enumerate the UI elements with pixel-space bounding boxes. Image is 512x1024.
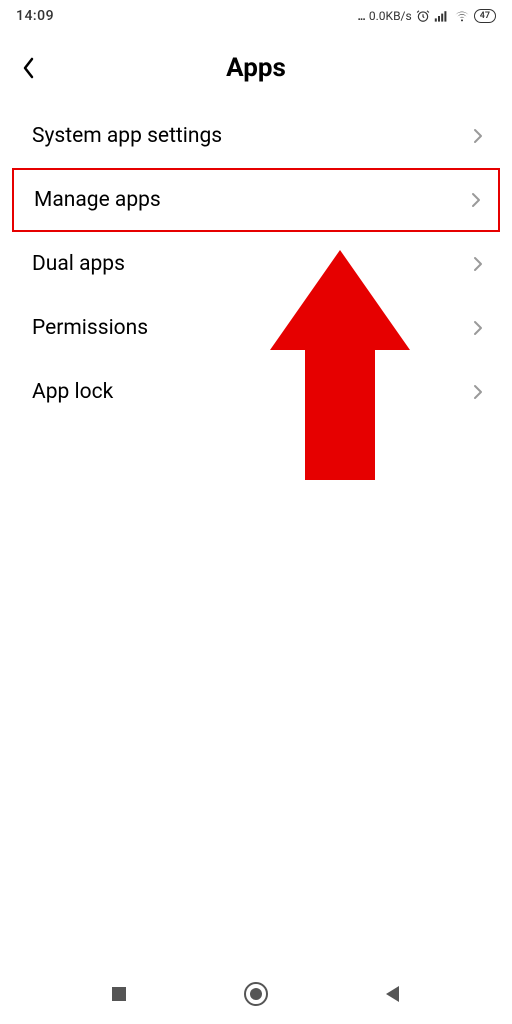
nav-recent-button[interactable] [99,974,139,1014]
status-bar: 14:09 ... 0.0KB/s 47 [0,0,512,32]
row-label: App lock [32,380,113,404]
chevron-right-icon [470,190,482,210]
row-label: Permissions [32,316,148,340]
chevron-right-icon [472,254,484,274]
triangle-left-icon [383,984,403,1004]
chevron-right-icon [472,382,484,402]
alarm-icon [416,9,430,23]
battery-indicator: 47 [474,9,496,23]
chevron-right-icon [472,126,484,146]
row-system-app-settings[interactable]: System app settings [4,104,508,168]
page-title: Apps [0,53,512,83]
nav-bar [0,964,512,1024]
square-icon [109,984,129,1004]
wifi-icon [454,9,470,23]
more-dots-icon: ... [357,9,364,23]
status-indicators: ... 0.0KB/s 47 [357,9,496,23]
row-dual-apps[interactable]: Dual apps [4,232,508,296]
nav-back-button[interactable] [373,974,413,1014]
row-manage-apps[interactable]: Manage apps [12,168,500,232]
circle-icon [243,981,269,1007]
chevron-left-icon [21,56,35,80]
network-speed: 0.0KB/s [369,9,412,23]
row-label: Dual apps [32,252,125,276]
chevron-right-icon [472,318,484,338]
nav-home-button[interactable] [236,974,276,1014]
row-app-lock[interactable]: App lock [4,360,508,424]
row-permissions[interactable]: Permissions [4,296,508,360]
back-button[interactable] [0,40,56,96]
signal-icon [434,9,450,23]
row-label: Manage apps [34,188,161,212]
page-header: Apps [0,32,512,104]
status-time: 14:09 [16,8,54,24]
settings-list: System app settings Manage apps Dual app… [0,104,512,424]
row-label: System app settings [32,124,222,148]
